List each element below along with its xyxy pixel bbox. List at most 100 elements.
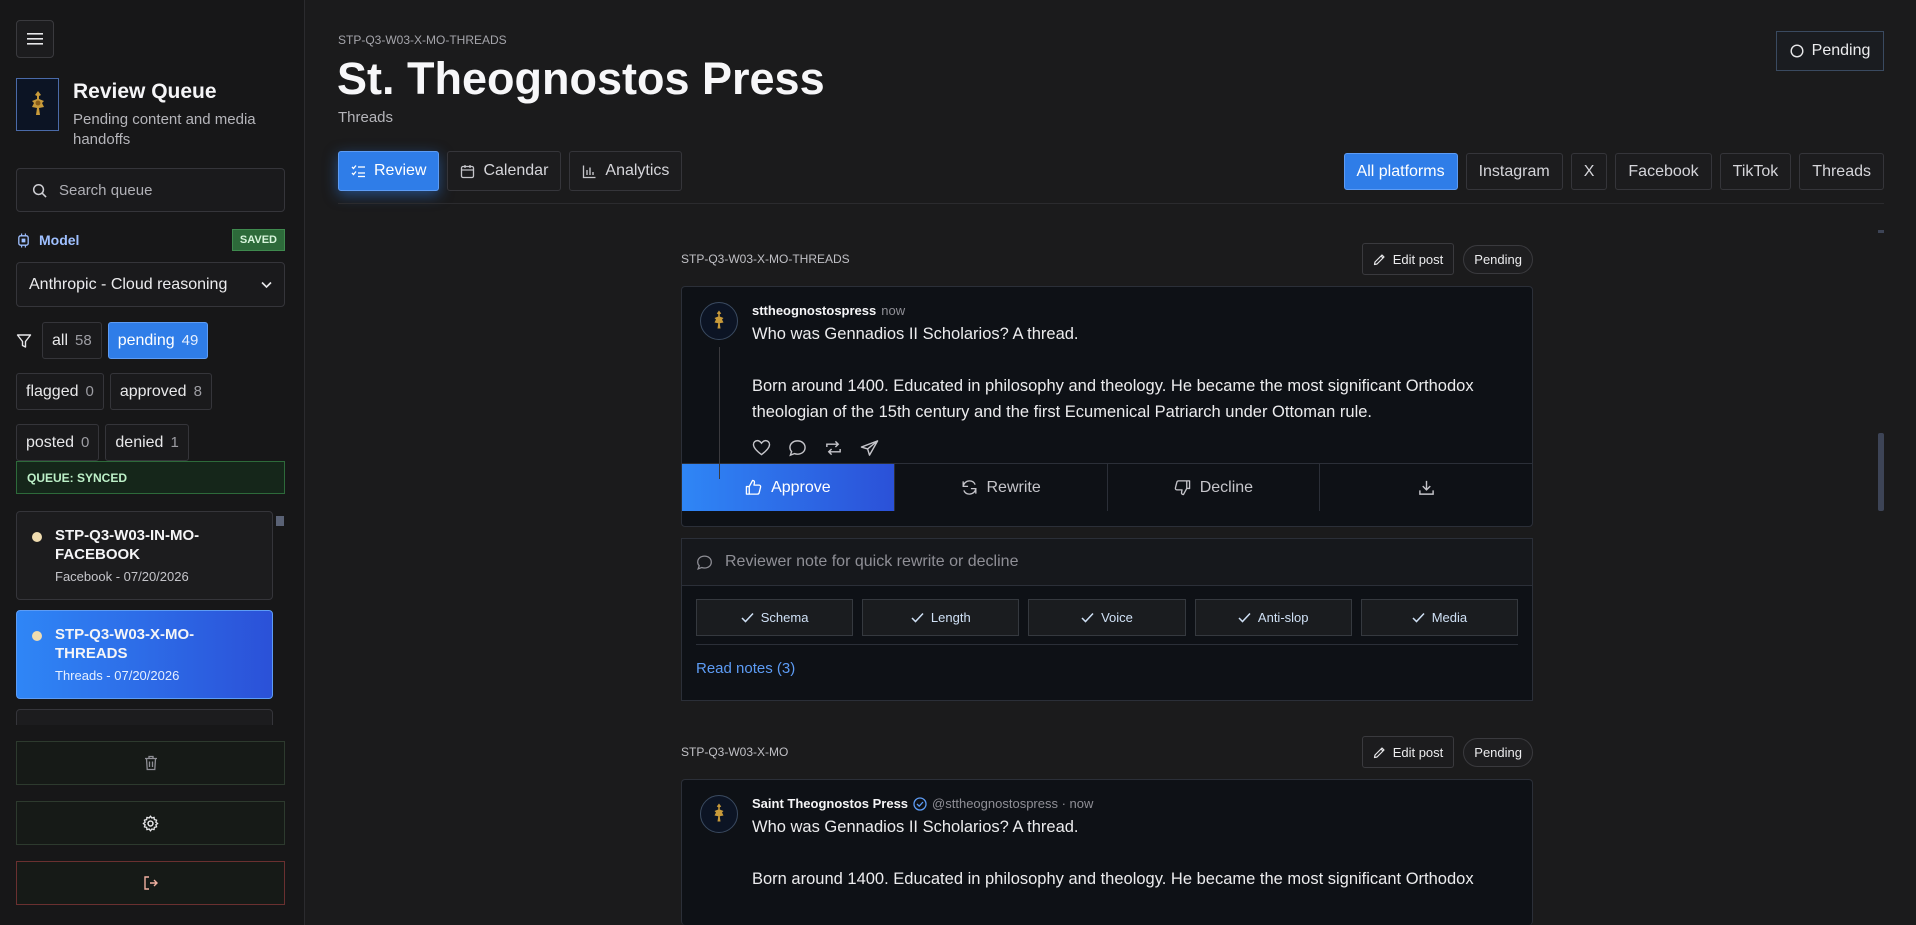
comment-icon[interactable]: [788, 439, 807, 457]
rewrite-button[interactable]: Rewrite: [895, 464, 1108, 511]
search-box[interactable]: [16, 168, 285, 212]
reviewer-note-input[interactable]: [725, 553, 1505, 571]
filter-chip-count: 58: [75, 332, 92, 349]
press-emblem-icon: [714, 310, 724, 329]
refresh-icon: [962, 480, 976, 495]
menu-button[interactable]: [16, 20, 54, 58]
view-tabs: Review Calendar Analytics: [338, 151, 683, 191]
filter-chip-all[interactable]: all 58: [42, 322, 102, 359]
post-status-badge: Pending: [1463, 244, 1533, 274]
press-emblem-icon: [714, 803, 724, 822]
post-card: sttheognostospress now Who was Gennadios…: [681, 286, 1533, 527]
delete-button[interactable]: [16, 741, 285, 785]
logout-button[interactable]: [16, 861, 285, 905]
post-card-body: Saint Theognostos Press @sttheognostospr…: [682, 780, 1532, 892]
header-divider: [338, 203, 1884, 204]
tab-calendar[interactable]: Calendar: [447, 151, 562, 191]
queue-item-title: STP-Q3-W03-X-MO-THREADS: [55, 626, 195, 662]
status-pill[interactable]: Pending: [1776, 31, 1884, 71]
approve-button[interactable]: Approve: [682, 464, 895, 511]
read-notes-link[interactable]: Read notes (3): [696, 660, 1518, 677]
filter-chip-posted[interactable]: posted 0: [16, 424, 100, 461]
search-input[interactable]: [59, 181, 259, 199]
author-name: sttheognostospress: [752, 303, 877, 318]
decline-button[interactable]: Decline: [1108, 464, 1321, 511]
check-label: Media: [1431, 610, 1468, 625]
press-logo: [16, 78, 59, 131]
model-row: Model SAVED: [16, 229, 285, 251]
settings-button[interactable]: [16, 801, 285, 845]
heart-icon[interactable]: [752, 439, 771, 456]
platform-tabs: All platforms Instagram X Facebook TikTo…: [1343, 153, 1884, 190]
author-name: Saint Theognostos Press: [752, 796, 909, 811]
filter-chip-approved[interactable]: approved 8: [109, 373, 212, 410]
sidebar-brand: Review Queue Pending content and media h…: [16, 78, 284, 150]
engagement-bar: [752, 435, 1514, 460]
platform-tab-tiktok[interactable]: TikTok: [1719, 153, 1792, 190]
platform-tab-all[interactable]: All platforms: [1343, 153, 1458, 190]
queue-item[interactable]: STP-Q3-W03-X-MO-THREADS Threads - 07/20/…: [16, 610, 273, 699]
download-icon: [1418, 480, 1434, 495]
edit-post-button[interactable]: Edit post: [1361, 736, 1455, 768]
filter-chip-label: all: [52, 331, 69, 349]
breadcrumb-code: STP-Q3-W03-X-MO-THREADS: [338, 33, 507, 47]
author-handle: @sttheognostospress · now: [932, 796, 1094, 811]
share-icon[interactable]: [860, 439, 879, 457]
thread-line: [719, 347, 720, 479]
platform-tab-x[interactable]: X: [1570, 153, 1608, 190]
post-card-body: sttheognostospress now Who was Gennadios…: [682, 287, 1532, 479]
queue-item[interactable]: [16, 709, 273, 725]
check-length[interactable]: Length: [862, 599, 1020, 636]
filter-chip-count: 0: [81, 434, 90, 451]
check-media[interactable]: Media: [1360, 599, 1519, 636]
download-button[interactable]: [1320, 464, 1532, 511]
check-voice[interactable]: Voice: [1028, 599, 1186, 636]
reviewer-note-field[interactable]: [681, 538, 1533, 586]
filter-chip-pending[interactable]: pending 49: [107, 322, 209, 359]
platform-tab-facebook[interactable]: Facebook: [1615, 153, 1712, 190]
status-filters: all 58 pending 49 flagged 0 approved 8 poste…: [16, 322, 291, 461]
bar-chart-icon: [583, 165, 596, 178]
gear-icon: [142, 814, 159, 832]
filter-chip-denied[interactable]: denied 1: [105, 424, 189, 461]
cpu-icon: [18, 232, 29, 248]
edit-post-label: Edit post: [1392, 251, 1444, 267]
filter-chip-flagged[interactable]: flagged 0: [16, 373, 104, 410]
check-row: Schema Length Voice Anti-slop Media: [696, 599, 1519, 636]
calendar-icon: [461, 164, 475, 178]
filter-icon: [16, 333, 36, 349]
check-icon: [741, 612, 754, 623]
repost-icon[interactable]: [824, 439, 843, 457]
press-emblem-icon: [31, 90, 44, 115]
feed-scrollbar-cap: [1878, 230, 1884, 233]
trash-icon: [144, 755, 157, 771]
check-label: Anti-slop: [1257, 610, 1309, 625]
filter-chip-label: posted: [26, 433, 75, 451]
thumbs-down-icon: [1174, 480, 1190, 496]
check-schema[interactable]: Schema: [696, 599, 854, 636]
check-anti-slop[interactable]: Anti-slop: [1194, 599, 1352, 636]
queue-scrollbar[interactable]: [276, 516, 284, 526]
queue-sync-status: QUEUE: SYNCED: [16, 461, 285, 494]
search-icon: [32, 183, 47, 198]
status-dot: [32, 532, 42, 542]
queue-list: STP-Q3-W03-IN-MO-FACEBOOK Facebook - 07/…: [16, 511, 273, 725]
platform-tab-instagram[interactable]: Instagram: [1465, 153, 1563, 190]
tab-review[interactable]: Review: [338, 151, 440, 191]
post-text: Who was Gennadios II Scholarios? A threa…: [752, 818, 1474, 888]
hamburger-icon: [27, 33, 43, 45]
check-icon: [1412, 612, 1425, 623]
post-actions: Approve Rewrite Decline: [682, 463, 1532, 511]
model-select[interactable]: Anthropic - Cloud reasoning: [16, 262, 285, 307]
edit-post-button[interactable]: Edit post: [1361, 243, 1455, 275]
pencil-icon: [1373, 746, 1385, 758]
platform-tab-threads[interactable]: Threads: [1799, 153, 1884, 190]
check-divider: [696, 644, 1518, 645]
tab-analytics[interactable]: Analytics: [569, 151, 683, 191]
filter-chip-count: 49: [181, 332, 199, 349]
post-header: STP-Q3-W03-X-MO-THREADS Edit post Pendin…: [681, 243, 1533, 275]
feed-scrollbar[interactable]: [1878, 433, 1884, 511]
queue-item[interactable]: STP-Q3-W03-IN-MO-FACEBOOK Facebook - 07/…: [16, 511, 273, 600]
logout-icon: [143, 876, 158, 890]
sidebar: Review Queue Pending content and media h…: [0, 0, 305, 925]
